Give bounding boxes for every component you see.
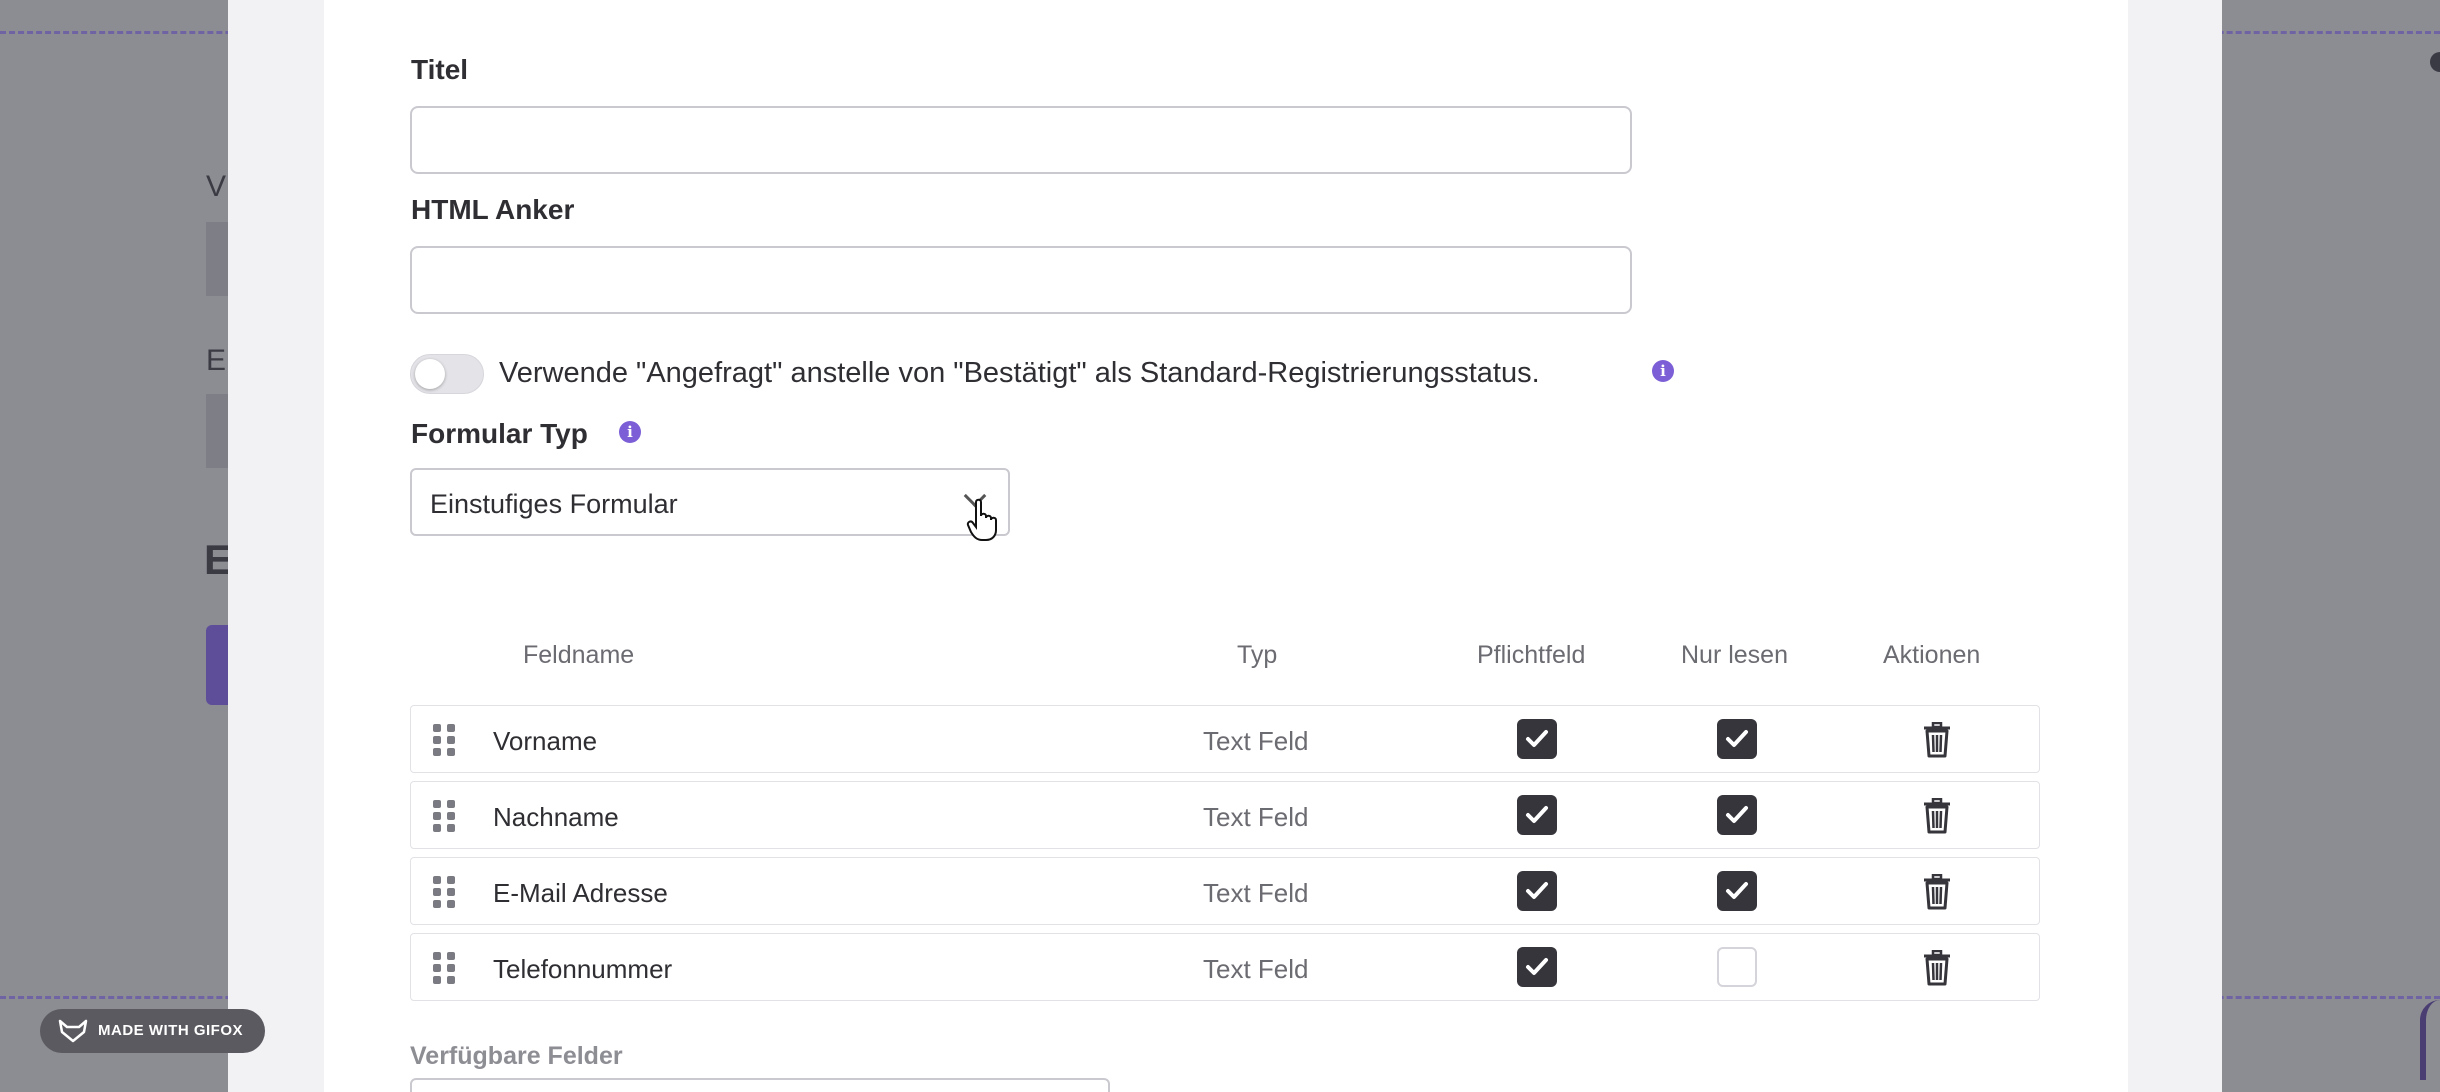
table-row[interactable]: Telefonnummer Text Feld xyxy=(410,933,2040,1001)
drag-handle-icon[interactable] xyxy=(433,876,457,908)
gifox-text: MADE WITH GIFOX xyxy=(98,1022,243,1039)
drag-handle-icon[interactable] xyxy=(433,952,457,984)
trash-icon[interactable] xyxy=(1923,874,1951,910)
drag-handle-icon[interactable] xyxy=(433,724,457,756)
available-fields-select[interactable] xyxy=(410,1078,1110,1092)
readonly-checkbox[interactable] xyxy=(1717,871,1757,911)
column-header-required: Pflichtfeld xyxy=(1477,641,1586,669)
default-status-toggle[interactable] xyxy=(410,354,484,394)
table-row[interactable]: Nachname Text Feld xyxy=(410,781,2040,849)
field-name: Vorname xyxy=(493,726,598,756)
field-type: Text Feld xyxy=(1203,802,1309,832)
field-type: Text Feld xyxy=(1203,954,1309,984)
required-checkbox[interactable] xyxy=(1517,795,1557,835)
title-input[interactable] xyxy=(410,106,1632,174)
toggle-knob xyxy=(415,359,445,389)
required-checkbox[interactable] xyxy=(1517,719,1557,759)
background-label: V xyxy=(206,170,227,203)
field-type: Text Feld xyxy=(1203,726,1309,756)
column-header-readonly: Nur lesen xyxy=(1681,641,1788,669)
field-name: Nachname xyxy=(493,802,619,832)
available-fields-label: Verfügbare Felder xyxy=(410,1042,623,1070)
background-icon xyxy=(2430,52,2440,72)
background-decoration xyxy=(2420,1000,2440,1080)
form-type-label: Formular Typ xyxy=(411,418,588,449)
title-label: Titel xyxy=(411,54,469,85)
table-row[interactable]: E-Mail Adresse Text Feld xyxy=(410,857,2040,925)
info-icon[interactable]: i xyxy=(1652,360,1674,382)
required-checkbox[interactable] xyxy=(1517,947,1557,987)
info-icon[interactable]: i xyxy=(619,421,641,443)
table-row[interactable]: Vorname Text Feld xyxy=(410,705,2040,773)
hand-cursor-icon xyxy=(966,498,997,541)
field-name: Telefonnummer xyxy=(493,954,673,984)
trash-icon[interactable] xyxy=(1923,950,1951,986)
form-type-select[interactable]: Einstufiges Formular xyxy=(410,468,1010,536)
readonly-checkbox[interactable] xyxy=(1717,947,1757,987)
column-header-type: Typ xyxy=(1237,641,1278,669)
gifox-watermark: MADE WITH GIFOX xyxy=(40,1009,265,1053)
form-type-selected-value: Einstufiges Formular xyxy=(430,489,678,519)
trash-icon[interactable] xyxy=(1923,798,1951,834)
trash-icon[interactable] xyxy=(1923,722,1951,758)
field-type: Text Feld xyxy=(1203,878,1309,908)
default-status-toggle-label: Verwende "Angefragt" anstelle von "Bestä… xyxy=(499,357,1540,389)
background-label: E xyxy=(206,344,227,377)
html-anchor-label: HTML Anker xyxy=(411,194,575,225)
field-name: E-Mail Adresse xyxy=(493,878,668,908)
readonly-checkbox[interactable] xyxy=(1717,795,1757,835)
column-header-actions: Aktionen xyxy=(1883,641,1981,669)
required-checkbox[interactable] xyxy=(1517,871,1557,911)
column-header-fieldname: Feldname xyxy=(523,641,635,669)
fox-logo-icon xyxy=(58,1019,88,1043)
readonly-checkbox[interactable] xyxy=(1717,719,1757,759)
drag-handle-icon[interactable] xyxy=(433,800,457,832)
html-anchor-input[interactable] xyxy=(410,246,1632,314)
